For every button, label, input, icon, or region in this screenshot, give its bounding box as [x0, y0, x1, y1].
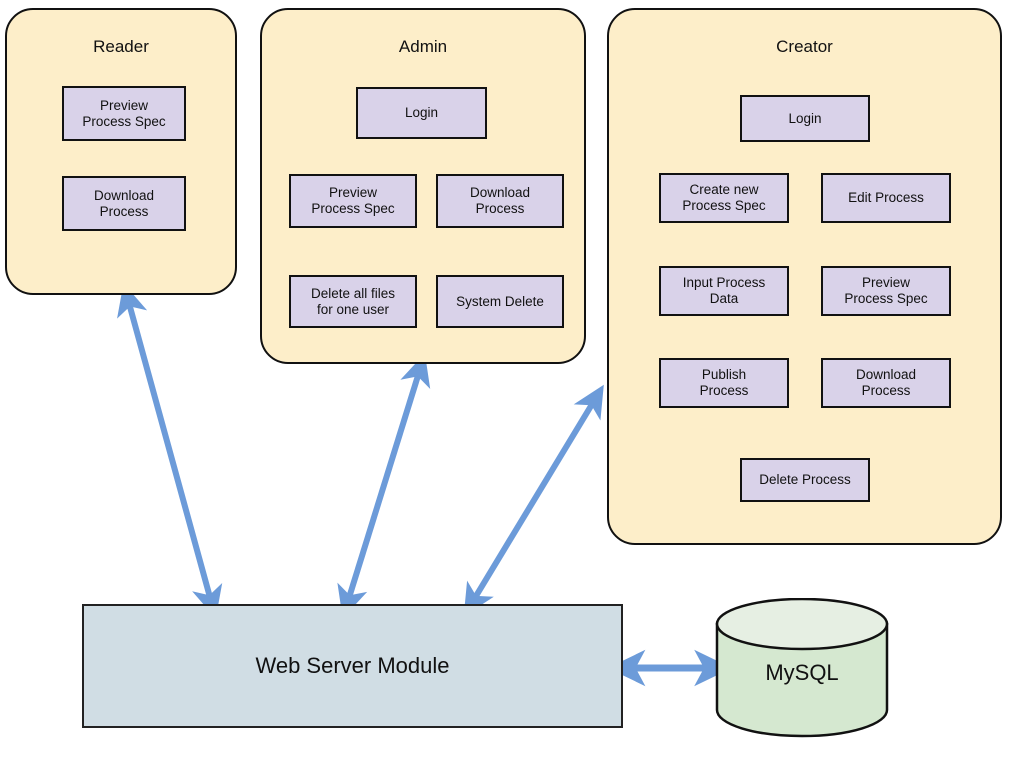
- role-title-creator: Creator: [776, 37, 833, 56]
- action-reader-preview-process-spec[interactable]: Preview Process Spec: [62, 86, 186, 141]
- action-admin-download-process[interactable]: Download Process: [436, 174, 564, 228]
- action-creator-create-new-process-spec[interactable]: Create new Process Spec: [659, 173, 789, 223]
- action-creator-publish-process[interactable]: Publish Process: [659, 358, 789, 408]
- action-admin-delete-all-files-for-one-user[interactable]: Delete all files for one user: [289, 275, 417, 328]
- action-creator-input-process-data[interactable]: Input Process Data: [659, 266, 789, 316]
- diagram-canvas: Reader Preview Process Spec Download Pro…: [0, 0, 1009, 757]
- action-admin-system-delete[interactable]: System Delete: [436, 275, 564, 328]
- action-creator-delete-process[interactable]: Delete Process: [740, 458, 870, 502]
- database-cylinder-shape: [715, 597, 889, 738]
- action-admin-preview-process-spec[interactable]: Preview Process Spec: [289, 174, 417, 228]
- action-creator-preview-process-spec[interactable]: Preview Process Spec: [821, 266, 951, 316]
- role-title-admin: Admin: [398, 37, 448, 56]
- role-panel-admin[interactable]: Admin Login Preview Process Spec Downloa…: [260, 8, 586, 364]
- connector-admin-server: [337, 353, 431, 619]
- action-creator-login[interactable]: Login: [740, 95, 870, 142]
- action-admin-login[interactable]: Login: [356, 87, 487, 139]
- role-panel-reader[interactable]: Reader Preview Process Spec Download Pro…: [5, 8, 237, 295]
- action-creator-download-process[interactable]: Download Process: [821, 358, 951, 408]
- action-reader-download-process[interactable]: Download Process: [62, 176, 186, 231]
- role-title-reader: Reader: [93, 37, 149, 56]
- database-cylinder[interactable]: MySQL: [711, 597, 893, 741]
- web-server-module[interactable]: Web Server Module: [82, 604, 623, 728]
- connector-creator-server: [463, 384, 604, 617]
- connector-reader-server: [117, 283, 223, 619]
- action-creator-edit-process[interactable]: Edit Process: [821, 173, 951, 223]
- role-panel-creator[interactable]: Creator Login Create new Process Spec Ed…: [607, 8, 1002, 545]
